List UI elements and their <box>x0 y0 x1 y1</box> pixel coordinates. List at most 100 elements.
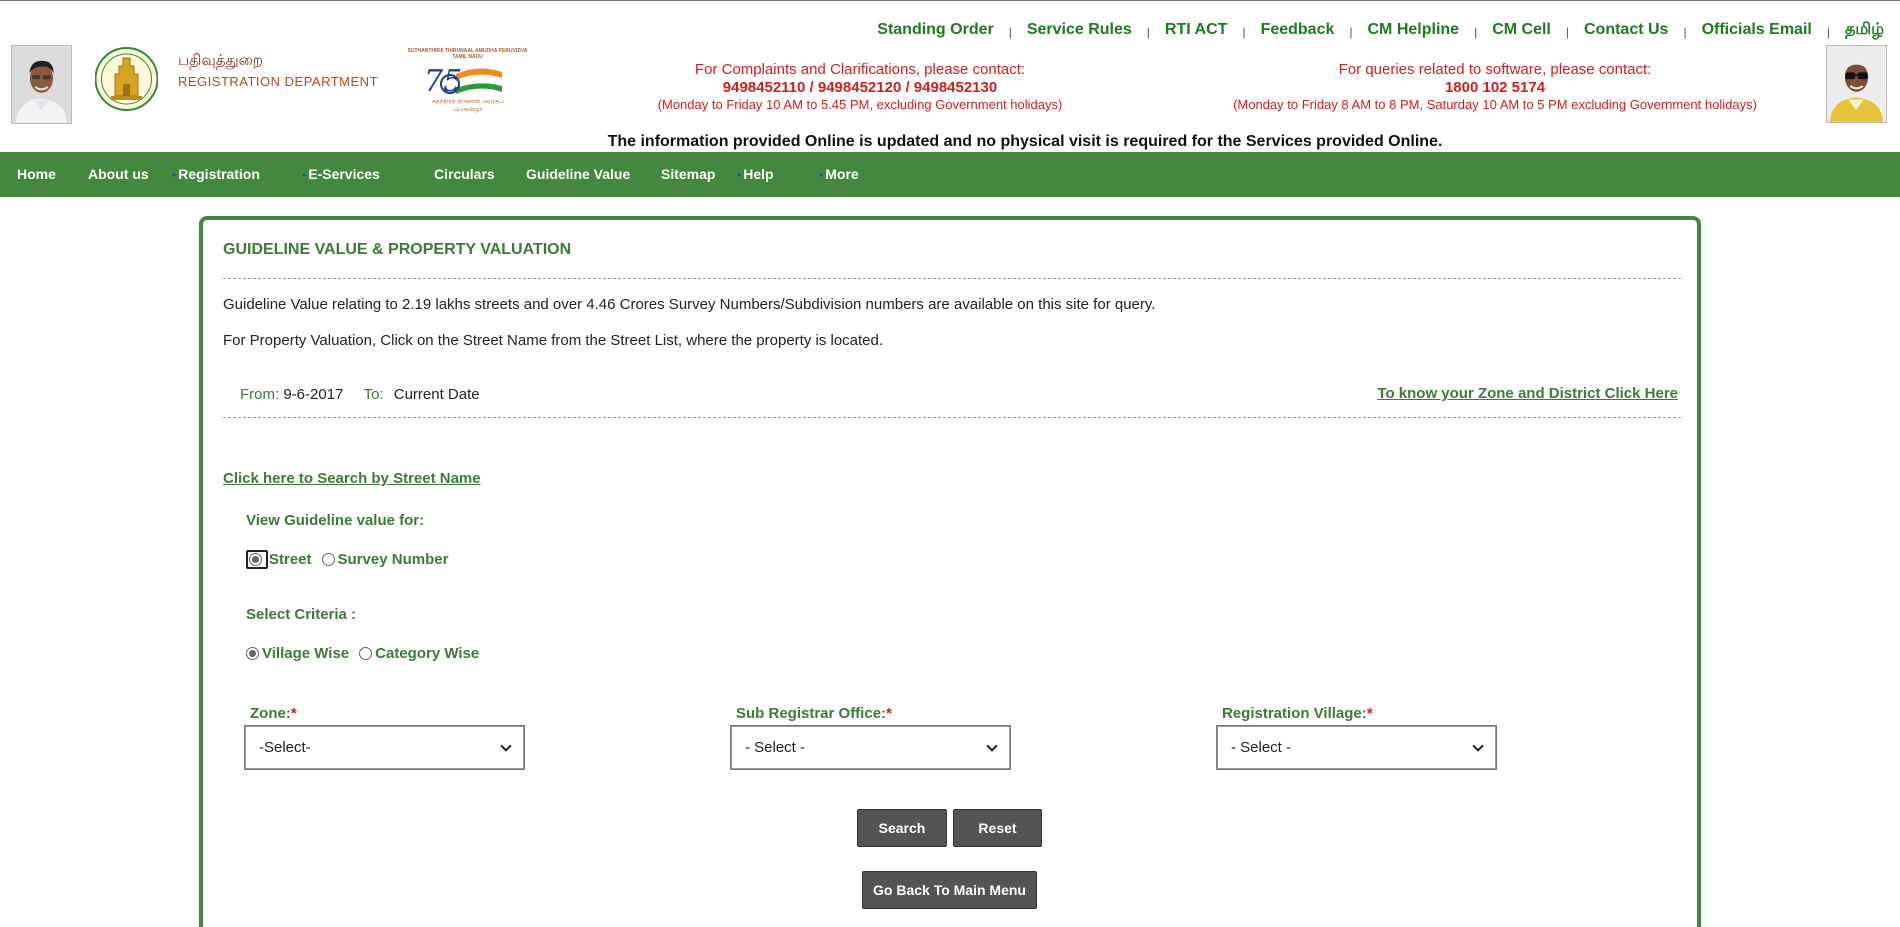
zone-select[interactable]: -Select- <box>244 725 525 770</box>
separator: | <box>1826 25 1830 39</box>
azadi-logo-tamil-text: சுதந்திரத் திருநாள் அமுதப் பெருவிழா <box>432 98 504 113</box>
dropdown-dot-icon: ● <box>737 172 742 179</box>
chevron-down-icon <box>1472 739 1484 752</box>
zone-label: Zone:* <box>250 705 297 722</box>
sro-label: Sub Registrar Office:* <box>736 705 892 722</box>
village-wise-radio[interactable] <box>246 647 259 660</box>
nav-sitemap[interactable]: Sitemap <box>661 166 715 182</box>
search-by-street-link[interactable]: Click here to Search by Street Name <box>223 470 481 487</box>
view-guideline-label: View Guideline value for: <box>246 512 425 529</box>
from-value: 9-6-2017 <box>283 386 344 403</box>
from-label: From: <box>240 386 280 403</box>
main-navigation: Home About us ● Registration ● E-Services … <box>0 152 1900 197</box>
complaints-title: For Complaints and Clarifications, pleas… <box>694 61 1026 78</box>
nav-guideline-value[interactable]: Guideline Value <box>526 166 630 182</box>
software-hours: (Monday to Friday 8 AM to 8 PM, Saturday… <box>1233 97 1757 112</box>
nav-e-services[interactable]: ● E-Services <box>302 166 380 182</box>
chevron-down-icon <box>500 739 512 752</box>
dropdown-dot-icon: ● <box>302 172 307 179</box>
select-criteria-label: Select Criteria : <box>246 606 357 623</box>
software-title: For queries related to software, please … <box>1338 61 1652 78</box>
azadi-ka-amrit-mahotsav-logo-icon: 75 சுதந்திரத் திருநாள் அமுதப் பெருவிழா <box>404 46 531 123</box>
nav-help-label: Help <box>743 166 774 182</box>
sro-label-text: Sub Registrar Office: <box>736 705 887 722</box>
complaints-contact: For Complaints and Clarifications, pleas… <box>640 61 1080 112</box>
complaints-numbers: 9498452110 / 9498452120 / 9498452130 <box>722 79 998 96</box>
separator: | <box>1349 25 1353 39</box>
divider <box>223 417 1681 418</box>
nav-registration-label: Registration <box>178 166 260 182</box>
top-link-standing-order[interactable]: Standing Order <box>877 21 993 39</box>
registration-village-select[interactable]: - Select - <box>1216 725 1497 770</box>
separator: | <box>1146 25 1150 39</box>
tamil-nadu-emblem-icon <box>94 44 159 114</box>
criteria-radio-group: Village Wise Category Wise <box>246 645 489 662</box>
top-link-contact-us[interactable]: Contact Us <box>1584 21 1668 39</box>
street-radio-label[interactable]: Street <box>269 551 312 568</box>
category-wise-radio-label[interactable]: Category Wise <box>375 645 479 662</box>
chief-minister-portrait <box>11 45 72 124</box>
top-link-service-rules[interactable]: Service Rules <box>1027 21 1132 39</box>
complaints-hours: (Monday to Friday 10 AM to 5.45 PM, excl… <box>657 97 1063 112</box>
separator: | <box>1242 25 1246 39</box>
separator: | <box>1683 25 1687 39</box>
nav-home[interactable]: Home <box>17 166 56 182</box>
sro-select-value: - Select - <box>745 739 806 756</box>
to-label: To: <box>363 386 384 403</box>
village-wise-radio-label[interactable]: Village Wise <box>262 645 349 662</box>
nav-more[interactable]: ● More <box>819 166 859 182</box>
category-wise-radio[interactable] <box>359 647 373 660</box>
guideline-value-panel: GUIDELINE VALUE & PROPERTY VALUATION Gui… <box>199 216 1701 927</box>
zone-label-text: Zone: <box>250 705 291 722</box>
date-range: From: 9-6-2017 To: Current Date <box>240 386 480 403</box>
top-link-officials-email[interactable]: Officials Email <box>1702 21 1812 39</box>
page: Standing Order | Service Rules | RTI ACT… <box>0 0 1900 927</box>
search-button[interactable]: Search <box>857 809 947 847</box>
village-label: Registration Village:* <box>1222 705 1373 722</box>
software-contact: For queries related to software, please … <box>1220 61 1770 112</box>
street-radio-focus <box>246 550 268 569</box>
software-numbers: 1800 102 5174 <box>1444 79 1546 96</box>
info-text-streets: Guideline Value relating to 2.19 lakhs s… <box>223 296 1156 313</box>
zone-select-value: -Select- <box>259 739 311 756</box>
nav-help[interactable]: ● Help <box>737 166 774 182</box>
department-name-tamil: பதிவுத்துறை <box>178 51 263 69</box>
info-text-valuation: For Property Valuation, Click on the Str… <box>223 332 884 349</box>
divider <box>223 278 1681 279</box>
dropdown-dot-icon: ● <box>172 172 177 179</box>
required-marker: * <box>290 705 297 722</box>
top-link-feedback[interactable]: Feedback <box>1261 21 1335 39</box>
nav-e-services-label: E-Services <box>308 166 380 182</box>
go-back-main-menu-button[interactable]: Go Back To Main Menu <box>862 871 1037 909</box>
top-link-rti-act[interactable]: RTI ACT <box>1165 21 1228 39</box>
zone-district-link[interactable]: To know your Zone and District Click Her… <box>1377 385 1678 402</box>
sub-registrar-office-select[interactable]: - Select - <box>730 725 1011 770</box>
street-radio[interactable] <box>249 553 262 566</box>
survey-number-radio[interactable] <box>321 553 335 566</box>
dropdown-dot-icon: ● <box>819 172 824 179</box>
required-marker: * <box>886 705 892 722</box>
leader-portrait <box>1826 45 1887 123</box>
nav-more-label: More <box>825 166 859 182</box>
nav-circulars[interactable]: Circulars <box>434 166 495 182</box>
department-name-english: REGISTRATION DEPARTMENT <box>178 74 379 89</box>
survey-number-radio-label[interactable]: Survey Number <box>338 551 449 568</box>
separator: | <box>1008 25 1012 39</box>
nav-about-us[interactable]: About us <box>88 166 149 182</box>
panel-title: GUIDELINE VALUE & PROPERTY VALUATION <box>223 241 572 258</box>
to-value: Current Date <box>393 386 480 403</box>
top-link-cm-cell[interactable]: CM Cell <box>1492 21 1551 39</box>
online-services-notice: The information provided Online is updat… <box>607 133 1443 150</box>
chevron-down-icon <box>986 739 998 752</box>
village-label-text: Registration Village: <box>1222 705 1367 722</box>
reset-button[interactable]: Reset <box>953 809 1042 847</box>
top-links: Standing Order | Service Rules | RTI ACT… <box>877 20 1884 40</box>
separator: | <box>1565 25 1569 39</box>
separator: | <box>1474 25 1478 39</box>
top-link-cm-helpline[interactable]: CM Helpline <box>1368 21 1460 39</box>
view-type-radio-group: Street Survey Number <box>246 550 458 569</box>
required-marker: * <box>1366 705 1373 722</box>
village-select-value: - Select - <box>1231 739 1292 756</box>
top-link-tamil[interactable]: தமிழ் <box>1845 20 1884 40</box>
nav-registration[interactable]: ● Registration <box>172 166 260 182</box>
